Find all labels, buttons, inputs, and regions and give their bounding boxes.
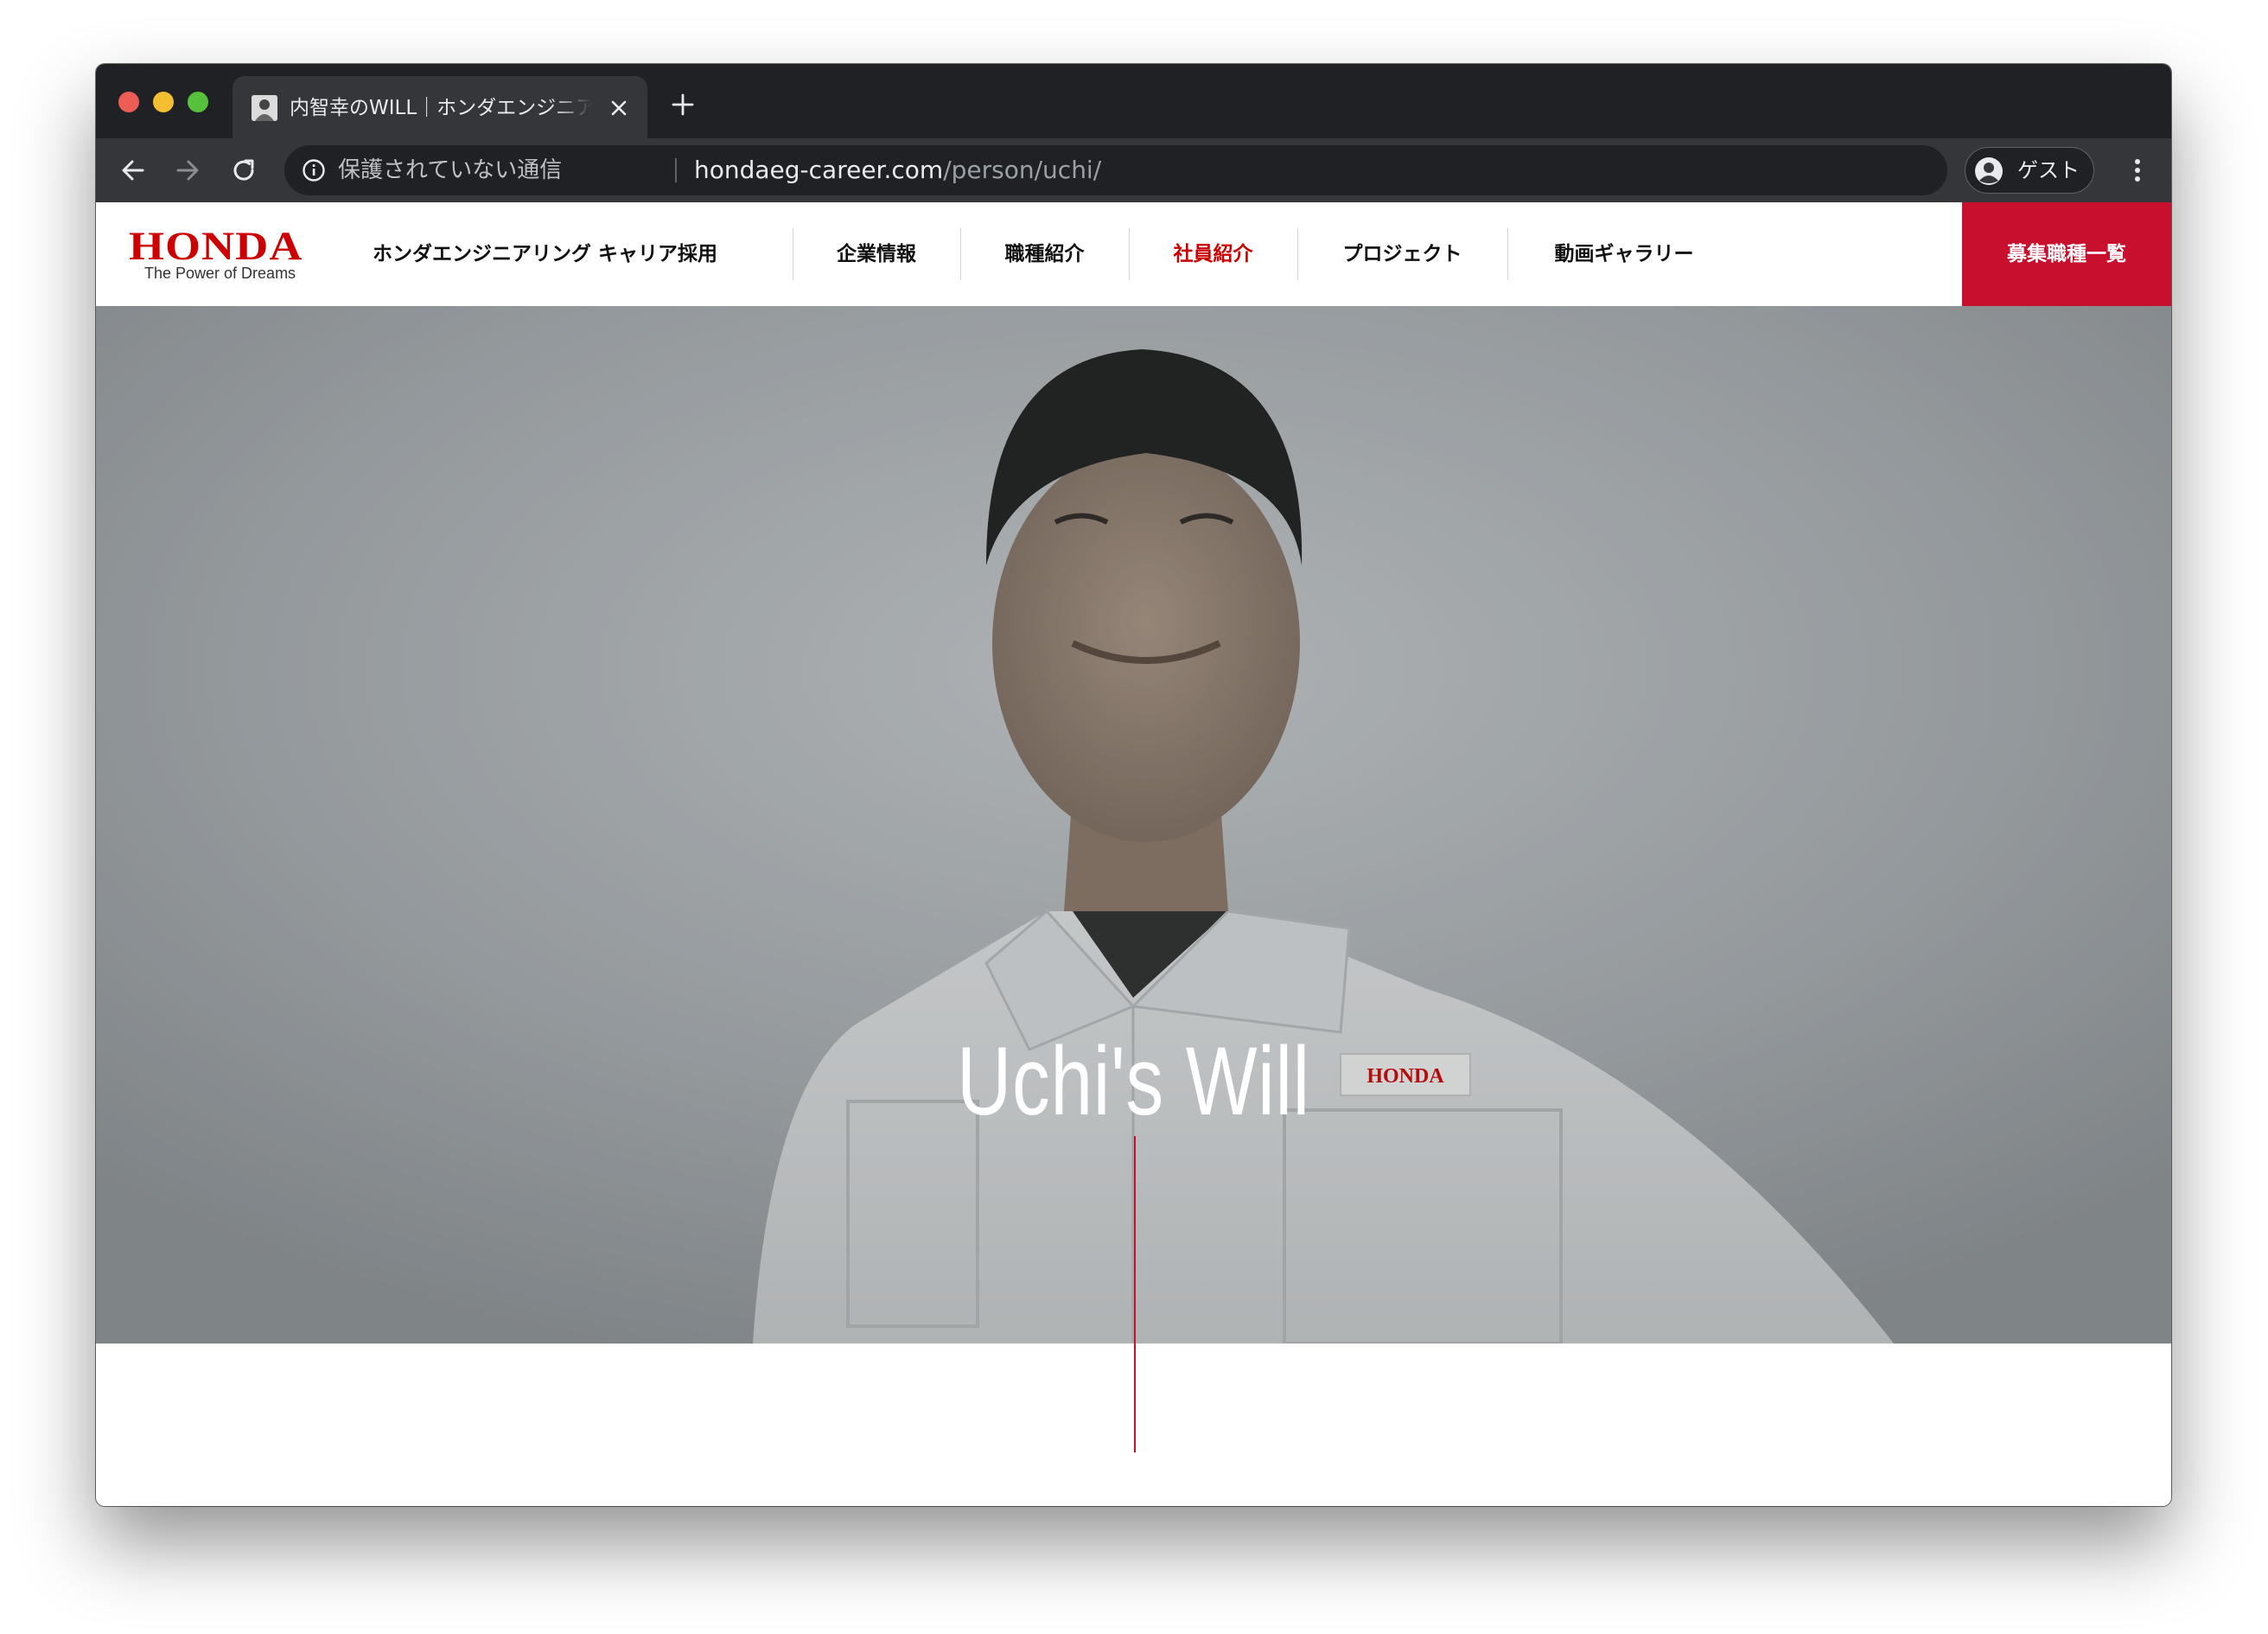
security-status: 保護されていない通信: [338, 157, 563, 183]
nav-item-company[interactable]: 企業情報: [793, 202, 960, 306]
scroll-indicator-line: [1134, 1136, 1136, 1452]
window-minimize-button[interactable]: [153, 92, 174, 112]
more-menu-icon[interactable]: [2127, 156, 2148, 185]
tab-close-icon[interactable]: [606, 95, 632, 121]
address-bar[interactable]: 保護されていない通信 hondaeg-career.com/person/uch…: [284, 145, 1947, 195]
window-maximize-button[interactable]: [188, 92, 208, 112]
info-icon[interactable]: [302, 158, 326, 182]
window-close-button[interactable]: [118, 92, 139, 112]
nav-item-projects[interactable]: プロジェクト: [1297, 202, 1507, 306]
profile-button[interactable]: ゲスト: [1965, 147, 2094, 194]
logo-tagline: The Power of Dreams: [144, 265, 296, 282]
profile-label: ゲスト: [2017, 158, 2080, 182]
job-list-button[interactable]: 募集職種一覧: [1962, 202, 2171, 306]
tab-title: 内智幸のWILL｜ホンダエンジニアリング キャリア採用: [290, 97, 592, 119]
nav-item-jobs[interactable]: 職種紹介: [960, 202, 1129, 306]
nav-item-people[interactable]: 社員紹介: [1129, 202, 1297, 306]
url-text[interactable]: hondaeg-career.com/person/uchi/: [694, 145, 1101, 195]
back-arrow-icon[interactable]: [117, 154, 150, 187]
new-tab-icon[interactable]: [670, 92, 696, 118]
browser-window: 内智幸のWILL｜ホンダエンジニアリング キャリア採用: [96, 64, 2171, 1506]
browser-tab[interactable]: 内智幸のWILL｜ホンダエンジニアリング キャリア採用: [233, 76, 647, 138]
honda-logo[interactable]: HONDA The Power of Dreams: [129, 224, 345, 284]
main-nav: 企業情報 職種紹介 社員紹介 プロジェクト 動画ギャラリー: [793, 202, 1741, 306]
nav-item-videos[interactable]: 動画ギャラリー: [1507, 202, 1741, 306]
url-path: /person/uchi/: [943, 156, 1102, 184]
browser-toolbar: 保護されていない通信 hondaeg-career.com/person/uch…: [96, 138, 2171, 202]
account-icon: [1974, 156, 2004, 186]
logo-wordmark: HONDA: [129, 224, 303, 269]
reload-icon[interactable]: [227, 154, 260, 187]
hero-title: Uchi's Will: [957, 1027, 1310, 1135]
forward-arrow-icon[interactable]: [171, 154, 204, 187]
site-name-link[interactable]: ホンダエンジニアリング キャリア採用: [373, 202, 717, 306]
url-host: hondaeg-career.com: [694, 156, 944, 184]
site-header: HONDA The Power of Dreams ホンダエンジニアリング キャ…: [96, 202, 2171, 306]
favicon-icon: [252, 95, 277, 121]
address-separator: [675, 158, 677, 182]
tab-bar: 内智幸のWILL｜ホンダエンジニアリング キャリア採用: [96, 64, 2171, 138]
